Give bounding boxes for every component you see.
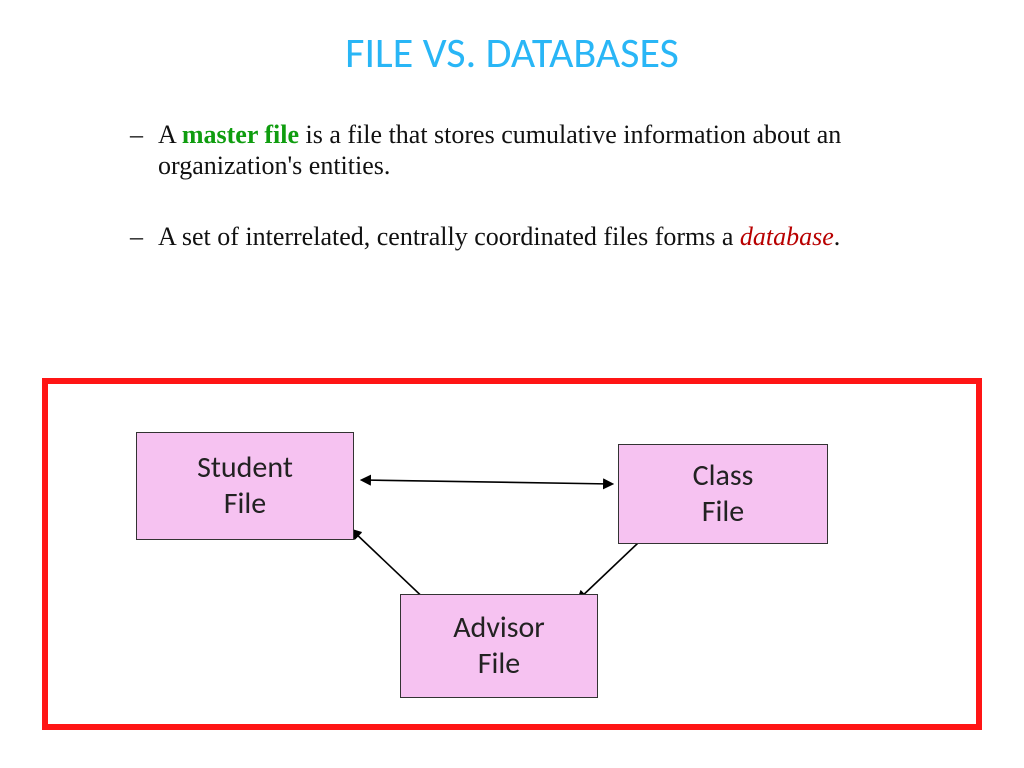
term-database: database <box>740 222 834 251</box>
box-label-line: File <box>137 486 353 522</box>
box-label-line: Class <box>619 458 827 494</box>
box-advisor-file: Advisor File <box>400 594 598 698</box>
box-class-file: Class File <box>618 444 828 544</box>
bullet-text: A set of interrelated, centrally coordin… <box>158 222 740 251</box>
bullet-list: A master file is a file that stores cumu… <box>130 119 914 253</box>
box-label-line: File <box>619 494 827 530</box>
box-student-file: Student File <box>136 432 354 540</box>
bullet-item-master-file: A master file is a file that stores cumu… <box>130 119 914 181</box>
slide-title: FILE VS. DATABASES <box>0 0 1024 79</box>
bullet-text: . <box>834 222 841 251</box>
box-label-line: Student <box>137 450 353 486</box>
diagram-container: Student File Class File Advisor File <box>42 378 982 730</box>
bullet-item-database: A set of interrelated, centrally coordin… <box>130 221 914 252</box>
bullet-text: A <box>158 120 182 149</box>
box-label-line: File <box>401 646 597 682</box>
term-master-file: master file <box>182 120 299 149</box>
box-label-line: Advisor <box>401 610 597 646</box>
